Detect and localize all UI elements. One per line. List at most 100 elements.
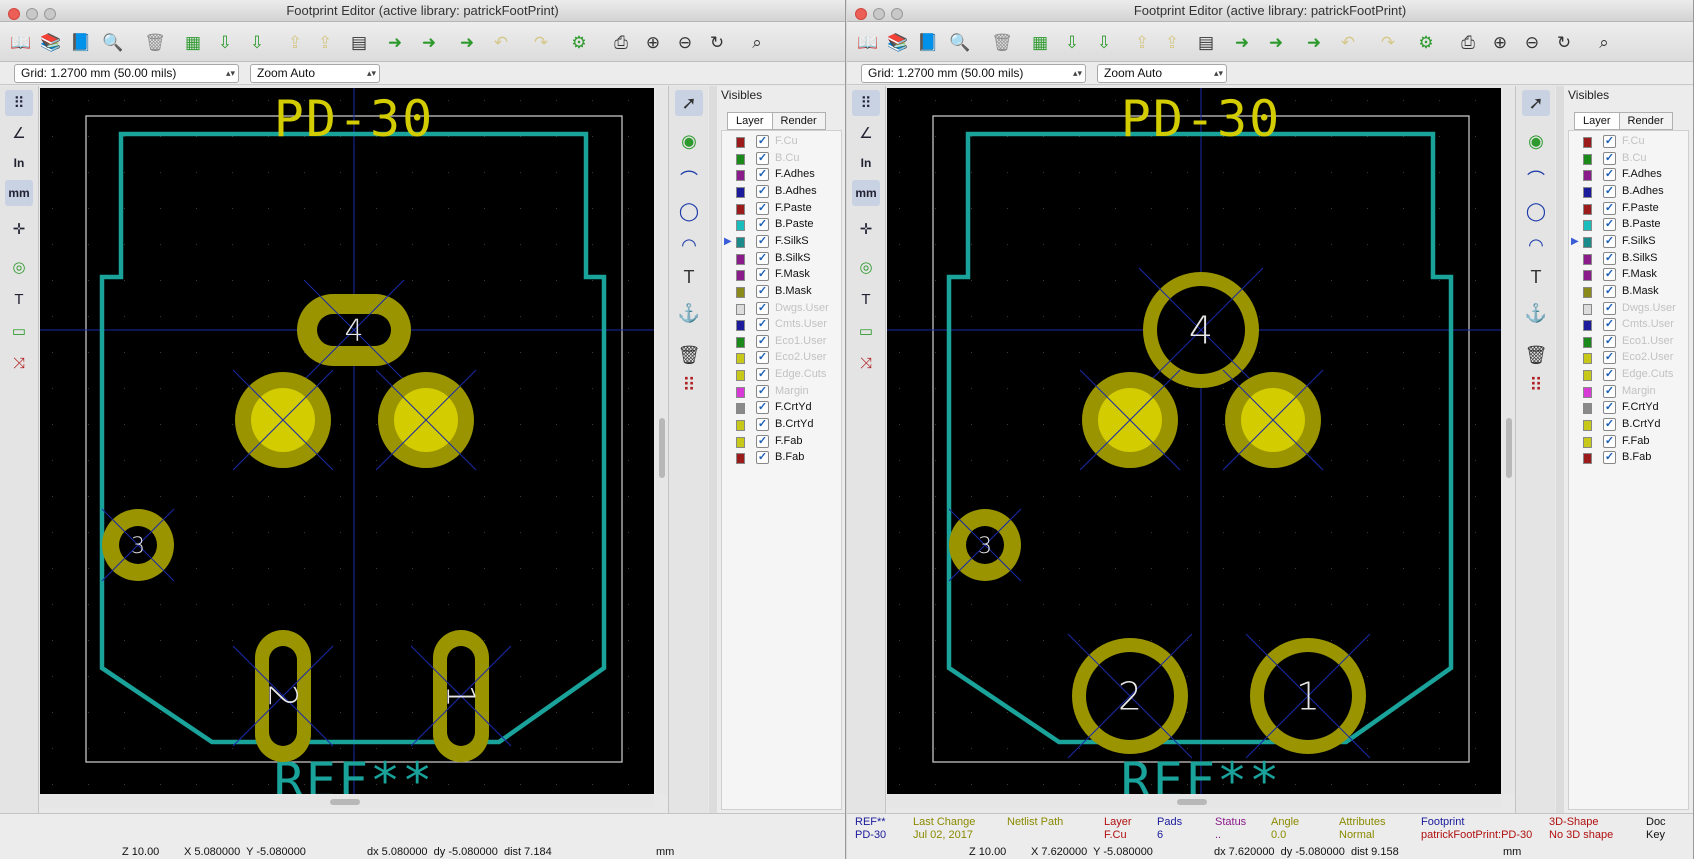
mm-units-icon[interactable]: mm xyxy=(852,180,880,206)
layer-visibility-checkbox[interactable]: ✓ xyxy=(756,384,769,398)
refresh-icon[interactable]: ↻ xyxy=(704,29,730,55)
horizontal-scrollbar[interactable] xyxy=(887,796,1501,808)
layer-row[interactable]: ✓ Cmts.User xyxy=(1583,316,1688,333)
layer-color-swatch[interactable] xyxy=(736,370,745,382)
vertical-scrollbar[interactable] xyxy=(656,88,668,794)
arc-icon[interactable]: ◠ xyxy=(1522,232,1550,258)
grid-origin-icon[interactable]: ⠿ xyxy=(1522,372,1550,398)
pad-highlight-icon[interactable]: ◎ xyxy=(852,254,880,280)
window-title-bar[interactable]: Footprint Editor (active library: patric… xyxy=(847,0,1693,22)
layer-color-swatch[interactable] xyxy=(1583,137,1592,148)
board-icon[interactable]: ▦ xyxy=(180,29,206,55)
polar-coords-icon[interactable]: ∠ xyxy=(5,120,33,146)
layer-row[interactable]: ✓ Margin xyxy=(1583,383,1688,400)
minimize-window-button[interactable] xyxy=(26,8,38,20)
save-icon[interactable]: ⇪ xyxy=(312,29,338,55)
layer-visibility-checkbox[interactable]: ✓ xyxy=(1603,434,1616,448)
layer-visibility-checkbox[interactable]: ✓ xyxy=(1603,268,1616,282)
layer-color-swatch[interactable] xyxy=(736,203,745,215)
zoom-window-button[interactable] xyxy=(44,8,56,20)
pad-icon[interactable]: ◉ xyxy=(675,128,703,154)
module-edges-icon[interactable]: ▭ xyxy=(5,318,33,344)
layer-visibility-checkbox[interactable]: ✓ xyxy=(1603,234,1616,248)
layer-visibility-checkbox[interactable]: ✓ xyxy=(756,434,769,448)
layer-row[interactable]: ✓ F.Adhes xyxy=(1583,166,1688,183)
layer-color-swatch[interactable] xyxy=(736,153,745,165)
grid-icon[interactable]: ⠿ xyxy=(5,90,33,116)
layer-color-swatch[interactable] xyxy=(736,137,745,148)
layer-row[interactable]: ▶ ✓ F.SilkS xyxy=(724,233,841,250)
save-icon[interactable]: ⇪ xyxy=(1159,29,1185,55)
layer-row[interactable]: ✓ Eco2.User xyxy=(1583,349,1688,366)
layer-row[interactable]: ✓ F.Fab xyxy=(1583,433,1688,450)
layer-row[interactable]: ✓ B.Fab xyxy=(1583,449,1688,466)
layer-color-swatch[interactable] xyxy=(1583,220,1592,232)
layer-color-swatch[interactable] xyxy=(736,436,745,448)
book-icon[interactable]: 📘 xyxy=(68,29,94,55)
select-icon[interactable]: ➚ xyxy=(1522,90,1550,116)
layer-row[interactable]: ✓ B.SilkS xyxy=(736,250,841,267)
layer-row[interactable]: ✓ Eco2.User xyxy=(736,349,841,366)
footprint-canvas[interactable]: PD-30 REF** 4 3 2 1 xyxy=(887,88,1501,794)
book-open-icon[interactable]: 📖 xyxy=(8,29,34,55)
grid-icon[interactable]: ⠿ xyxy=(852,90,880,116)
layer-visibility-checkbox[interactable]: ✓ xyxy=(756,201,769,215)
layer-color-swatch[interactable] xyxy=(1583,403,1592,415)
layer-color-swatch[interactable] xyxy=(736,353,745,365)
grid-select[interactable]: Grid: 1.2700 mm (50.00 mils) ▴▾ xyxy=(861,64,1086,83)
layer-color-swatch[interactable] xyxy=(1583,336,1592,348)
ratsnest-icon[interactable]: ⤨ xyxy=(5,350,33,376)
text-icon[interactable]: T xyxy=(1522,264,1550,290)
book-stack-icon[interactable]: 📚 xyxy=(38,29,64,55)
layer-visibility-checkbox[interactable]: ✓ xyxy=(756,168,769,182)
save-library-icon[interactable]: ▤ xyxy=(346,29,372,55)
text-icon[interactable]: T xyxy=(675,264,703,290)
save-as-icon[interactable]: ➜ xyxy=(1229,29,1255,55)
layer-color-swatch[interactable] xyxy=(736,386,745,398)
layer-row[interactable]: ✓ F.Mask xyxy=(736,266,841,283)
pad-highlight-icon[interactable]: ◎ xyxy=(5,254,33,280)
layer-row[interactable]: ✓ B.Mask xyxy=(736,283,841,300)
layer-visibility-checkbox[interactable]: ✓ xyxy=(756,418,769,432)
layer-color-swatch[interactable] xyxy=(1583,170,1592,182)
layer-row[interactable]: ✓ B.CrtYd xyxy=(1583,416,1688,433)
delete-icon[interactable]: 🗑 xyxy=(142,29,168,55)
layer-color-swatch[interactable] xyxy=(1583,370,1592,382)
layer-row[interactable]: ✓ B.Adhes xyxy=(736,183,841,200)
layer-color-swatch[interactable] xyxy=(1583,303,1592,315)
tab-render[interactable]: Render xyxy=(1618,112,1673,130)
layer-row[interactable]: ✓ Cmts.User xyxy=(736,316,841,333)
layer-visibility-checkbox[interactable]: ✓ xyxy=(756,368,769,382)
zoom-window-button[interactable] xyxy=(891,8,903,20)
scroll-thumb[interactable] xyxy=(659,418,665,478)
layer-visibility-checkbox[interactable]: ✓ xyxy=(756,234,769,248)
polar-coords-icon[interactable]: ∠ xyxy=(852,120,880,146)
layer-row[interactable]: ✓ F.Paste xyxy=(736,200,841,217)
layer-row[interactable]: ✓ B.Paste xyxy=(736,216,841,233)
layer-row[interactable]: ✓ Margin xyxy=(736,383,841,400)
grid-select[interactable]: Grid: 1.2700 mm (50.00 mils) ▴▾ xyxy=(14,64,239,83)
layer-row[interactable]: ✓ Eco1.User xyxy=(1583,333,1688,350)
layer-color-swatch[interactable] xyxy=(1583,320,1592,332)
ratsnest-icon[interactable]: ⤨ xyxy=(852,350,880,376)
pad-icon[interactable]: ◉ xyxy=(1522,128,1550,154)
horizontal-scrollbar[interactable] xyxy=(40,796,654,808)
layer-color-swatch[interactable] xyxy=(736,170,745,182)
layer-visibility-checkbox[interactable]: ✓ xyxy=(756,268,769,282)
export-icon[interactable]: ⇪ xyxy=(282,29,308,55)
layer-visibility-checkbox[interactable]: ✓ xyxy=(1603,184,1616,198)
inch-units-icon[interactable]: In xyxy=(852,150,880,176)
footprint-canvas[interactable]: PD-30 REF** 4 3 2 1 xyxy=(40,88,654,794)
update-board-icon[interactable]: ➜ xyxy=(1301,29,1327,55)
delete-icon[interactable]: 🗑 xyxy=(1522,342,1550,368)
layer-row[interactable]: ✓ Eco1.User xyxy=(736,333,841,350)
book-stack-icon[interactable]: 📚 xyxy=(885,29,911,55)
layer-visibility-checkbox[interactable]: ✓ xyxy=(1603,384,1616,398)
text-sketch-icon[interactable]: T xyxy=(5,286,33,312)
import-icon[interactable]: ⇩ xyxy=(1091,29,1117,55)
layer-visibility-checkbox[interactable]: ✓ xyxy=(756,351,769,365)
layer-row[interactable]: ✓ F.Cu xyxy=(736,133,841,150)
scroll-thumb[interactable] xyxy=(1506,418,1512,478)
properties-icon[interactable]: ⚙ xyxy=(1413,29,1439,55)
layer-visibility-checkbox[interactable]: ✓ xyxy=(756,218,769,232)
